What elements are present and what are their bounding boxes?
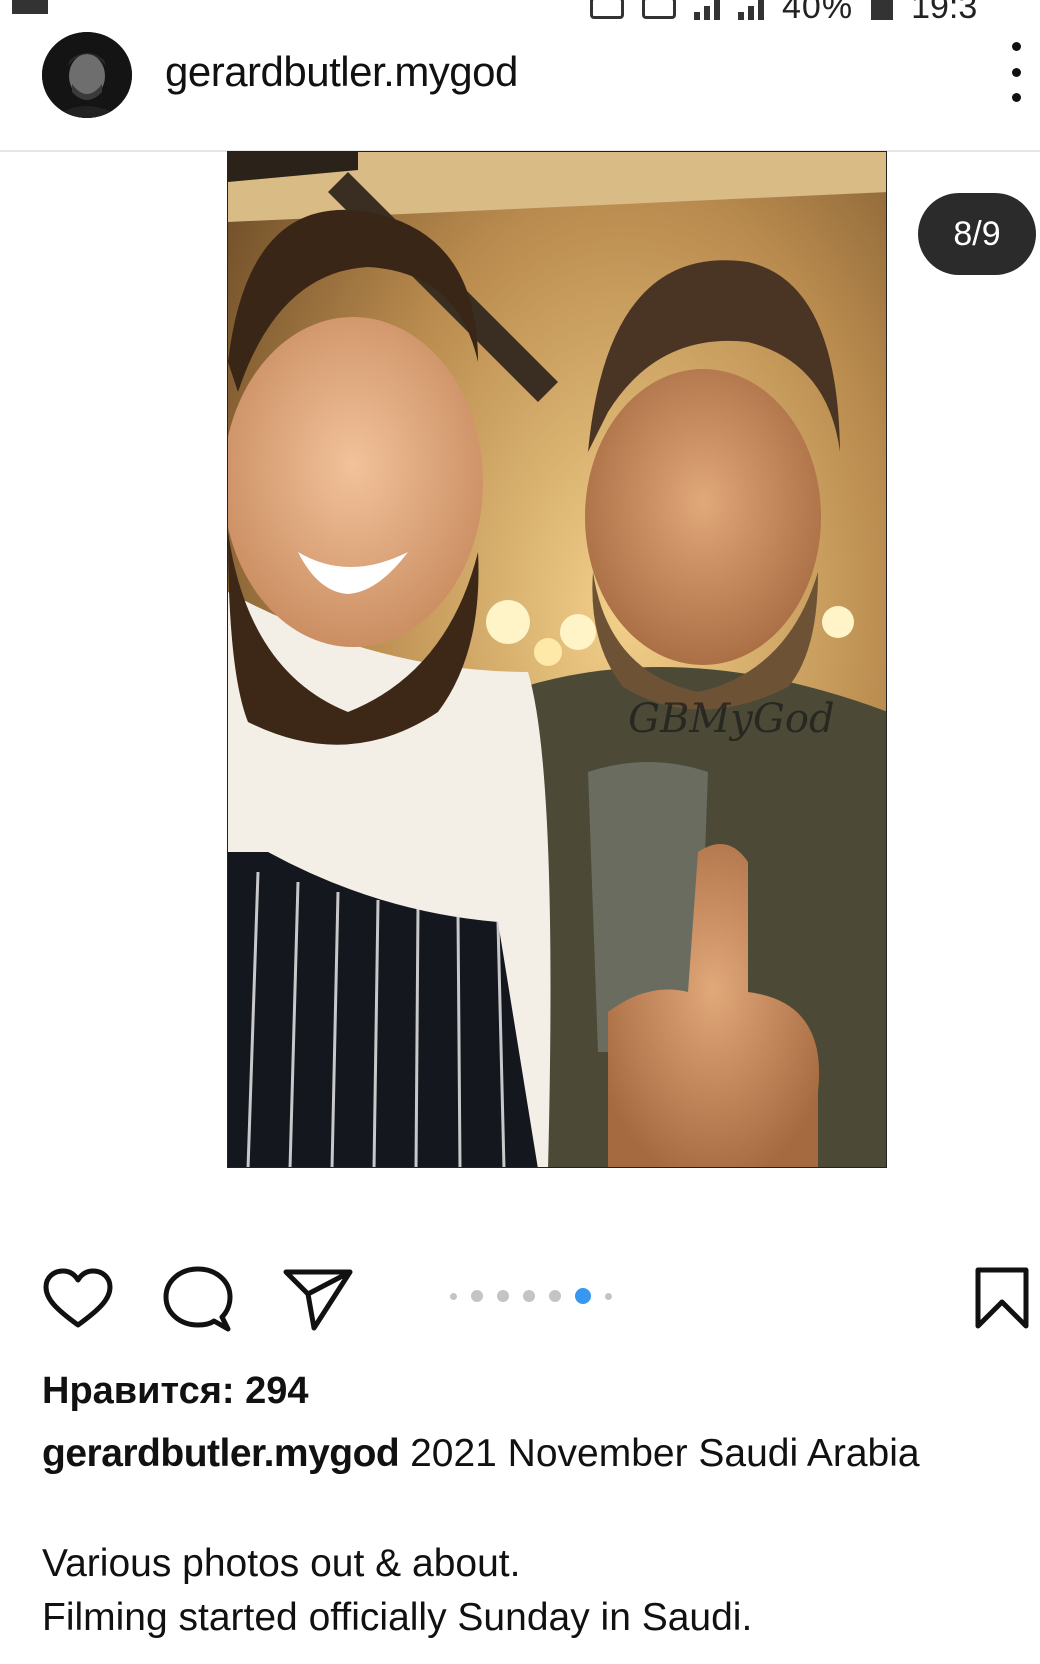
caption-first-line: gerardbutler.mygod 2021 November Saudi A…: [42, 1432, 920, 1476]
more-icon[interactable]: [996, 42, 1036, 102]
header-username[interactable]: gerardbutler.mygod: [165, 48, 518, 96]
carousel-dot: [549, 1290, 561, 1302]
carousel-dot: [450, 1292, 457, 1300]
likes-count[interactable]: Нравится: 294: [42, 1370, 309, 1413]
carousel-dot: [523, 1290, 535, 1302]
post-image[interactable]: GBMyGod: [227, 151, 887, 1168]
post-screen: 40% 19:3 gerardbutler.mygod GBMyGod 8/9 …: [0, 0, 1040, 1664]
post-header: gerardbutler.mygod: [0, 0, 1040, 152]
avatar[interactable]: [42, 32, 132, 118]
caption-text: 2021 November Saudi Arabia: [410, 1432, 920, 1475]
caption-line-3: Filming started officially Sunday in Sau…: [42, 1596, 753, 1639]
comment-icon[interactable]: [162, 1265, 234, 1335]
caption-username[interactable]: gerardbutler.mygod: [42, 1432, 400, 1475]
watermark: GBMyGod: [628, 696, 835, 742]
carousel-dot-active: [575, 1288, 591, 1304]
bookmark-icon[interactable]: [974, 1266, 1030, 1330]
caption-line-2: Various photos out & about.: [42, 1542, 521, 1585]
carousel-dot: [471, 1290, 483, 1302]
heart-icon[interactable]: [42, 1267, 114, 1331]
image-counter-badge: 8/9: [918, 193, 1036, 275]
share-icon[interactable]: [282, 1266, 354, 1332]
carousel-dot: [497, 1290, 509, 1302]
carousel-indicator: [450, 1288, 612, 1304]
carousel-dot: [605, 1292, 612, 1300]
